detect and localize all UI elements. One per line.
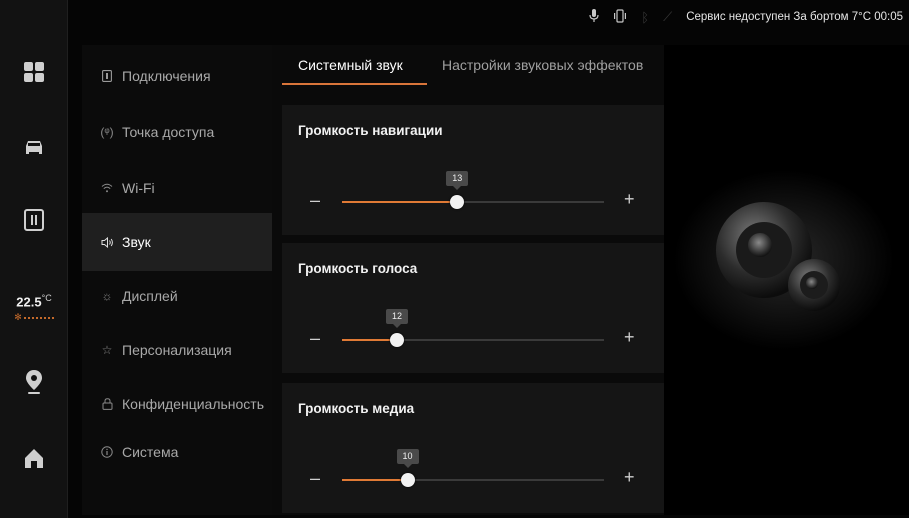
menu-item-label: Подключения — [122, 68, 211, 84]
phone-card-icon — [24, 209, 44, 231]
navigation-button[interactable] — [0, 352, 68, 412]
navigation-pin-icon — [26, 370, 42, 394]
tab-bar: Системный звук Настройки звуковых эффект… — [272, 45, 664, 91]
volume-slider[interactable]: 13 — [342, 171, 604, 209]
media-volume-panel: Громкость медиа – 10 + — [282, 383, 664, 513]
slider-fill — [342, 339, 398, 341]
menu-item-wifi[interactable]: Wi-Fi — [82, 159, 272, 217]
slider-handle[interactable] — [390, 333, 405, 347]
volume-down-button[interactable]: – — [310, 190, 320, 211]
sound-settings-content: Системный звук Настройки звуковых эффект… — [272, 45, 664, 515]
slider-title: Громкость голоса — [298, 261, 418, 276]
home-icon — [25, 449, 43, 468]
fan-icon: ✻ — [14, 312, 22, 323]
connections-icon — [96, 70, 118, 82]
hotspot-icon: (ᵠ) — [100, 125, 114, 139]
menu-item-hotspot[interactable]: (ᵠ) Точка доступа — [82, 103, 272, 161]
slider-value-bubble: 13 — [446, 171, 469, 190]
wifi-icon — [96, 183, 118, 193]
volume-up-button[interactable]: + — [624, 189, 635, 210]
speaker-illustration — [664, 45, 909, 515]
menu-item-label: Дисплей — [122, 288, 178, 304]
menu-item-system[interactable]: Система — [82, 423, 272, 481]
volume-slider[interactable]: 12 — [342, 309, 604, 347]
home-button[interactable] — [0, 428, 68, 488]
active-tab-indicator — [282, 83, 427, 85]
temperature-readout: 22.5°C — [16, 292, 52, 310]
menu-item-label: Система — [122, 444, 179, 460]
speaker-image — [674, 170, 894, 350]
settings-menu: Подключения (ᵠ) Точка доступа Wi-Fi Звук… — [82, 45, 272, 515]
navigation-volume-panel: Громкость навигации – 13 + — [282, 105, 664, 235]
bluetooth-icon: ᛒ — [641, 9, 650, 25]
car-button[interactable] — [0, 118, 68, 178]
tab-sound-effects[interactable]: Настройки звуковых эффектов — [442, 57, 643, 84]
voice-volume-panel: Громкость голоса – 12 + — [282, 243, 664, 373]
slider-title: Громкость медиа — [298, 401, 415, 416]
status-bar: ᛒ ⟋ Сервис недоступен За бортом 7°C 00:0… — [68, 0, 909, 34]
volume-slider[interactable]: 10 — [342, 449, 604, 487]
speaker-icon — [96, 236, 118, 248]
apps-grid-button[interactable] — [0, 42, 68, 102]
menu-item-sound[interactable]: Звук — [82, 213, 272, 271]
lock-icon — [96, 398, 118, 410]
info-icon — [96, 446, 118, 458]
volume-up-button[interactable]: + — [624, 327, 635, 348]
apps-grid-icon — [24, 62, 44, 82]
fan-speed-indicator: ✻ — [14, 312, 54, 323]
menu-item-label: Звук — [122, 234, 151, 250]
climate-temperature[interactable]: 22.5°C ✻ — [0, 278, 68, 338]
volume-down-button[interactable]: – — [310, 328, 320, 349]
menu-item-label: Точка доступа — [122, 124, 215, 140]
slider-value-bubble: 10 — [396, 449, 419, 468]
status-text: Сервис недоступен За бортом 7°C 00:05 — [686, 11, 903, 23]
phone-card-button[interactable] — [0, 190, 68, 250]
menu-item-label: Персонализация — [122, 342, 232, 358]
slider-title: Громкость навигации — [298, 123, 443, 138]
menu-item-label: Конфиденциальность — [122, 396, 265, 412]
brightness-icon: ☼ — [101, 289, 113, 303]
slider-fill — [342, 479, 408, 481]
vibrate-icon — [613, 8, 627, 26]
menu-item-label: Wi-Fi — [122, 180, 155, 196]
volume-down-button[interactable]: – — [310, 468, 320, 489]
slider-value-bubble: 12 — [386, 309, 409, 328]
volume-up-button[interactable]: + — [624, 467, 635, 488]
slider-handle[interactable] — [400, 473, 415, 487]
slider-handle[interactable] — [450, 195, 465, 209]
signal-icon: ⟋ — [663, 9, 673, 24]
slider-fill — [342, 201, 458, 203]
tab-system-sound[interactable]: Системный звук — [298, 57, 403, 84]
menu-item-display[interactable]: ☼ Дисплей — [82, 267, 272, 325]
car-icon — [26, 141, 42, 154]
left-dock: 22.5°C ✻ — [0, 0, 68, 518]
menu-item-personalization[interactable]: ☆ Персонализация — [82, 321, 272, 379]
microphone-icon — [589, 8, 599, 26]
menu-item-connections[interactable]: Подключения — [82, 47, 272, 105]
personalization-icon: ☆ — [101, 343, 113, 357]
